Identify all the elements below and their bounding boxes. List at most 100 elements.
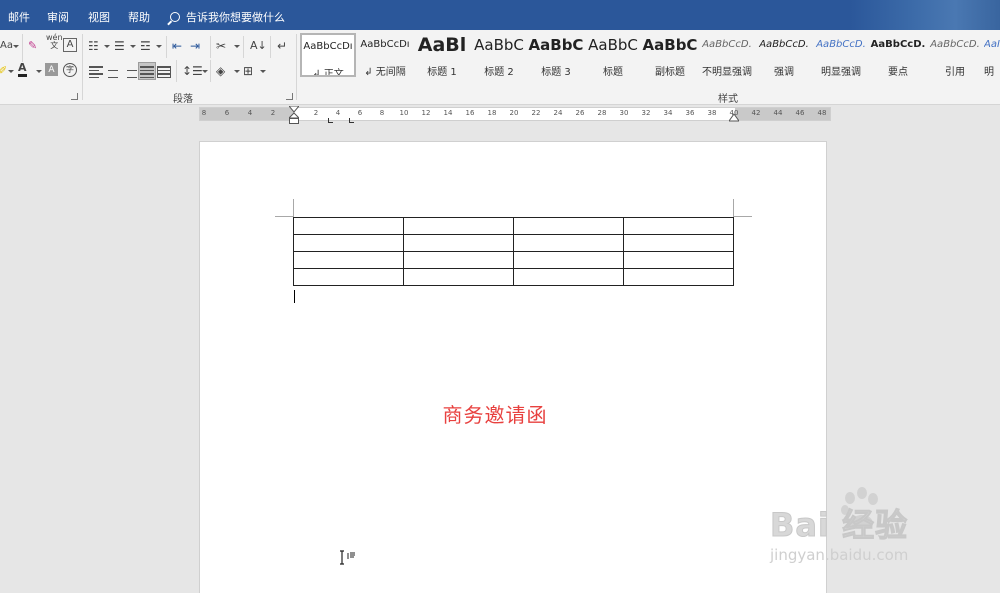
- style-strong[interactable]: AaBbCcD. 要点: [870, 33, 926, 77]
- style-no-spacing[interactable]: AaBbCcDı ↲ 无间隔: [357, 33, 413, 77]
- table-cell[interactable]: [513, 268, 624, 286]
- menu-mail[interactable]: 邮件: [8, 9, 30, 25]
- ruler-tick-label: 4: [247, 109, 253, 117]
- style-quote[interactable]: AaBbCcD. 引用: [927, 33, 983, 77]
- divider: [82, 34, 83, 100]
- show-marks-icon[interactable]: ↵: [277, 38, 287, 54]
- right-indent-marker-icon[interactable]: [729, 114, 739, 122]
- style-heading-2[interactable]: AaBbC 标题 2: [471, 33, 527, 77]
- divider: [210, 60, 211, 82]
- align-left-icon[interactable]: [89, 66, 103, 78]
- ruler-tick-label: 8: [201, 109, 207, 117]
- line-spacing-icon[interactable]: ↕☰: [182, 63, 203, 79]
- ruler-tick-label: 26: [575, 109, 585, 117]
- ruler-tick-label: 16: [465, 109, 475, 117]
- crop-mark: [275, 216, 293, 217]
- style-intense-quote[interactable]: AaI 明: [984, 33, 1000, 77]
- highlight-icon[interactable]: ✐: [0, 63, 7, 79]
- style-normal[interactable]: AaBbCcDı ↲ 正文: [300, 33, 356, 77]
- multilevel-list-icon[interactable]: ☲: [140, 38, 151, 54]
- tell-me-search[interactable]: 告诉我你想要做什么: [170, 9, 285, 25]
- divider: [176, 60, 177, 82]
- search-icon: [170, 12, 180, 22]
- paragraph-group-label: 段落: [173, 94, 193, 105]
- style-subtitle[interactable]: AaBbC 副标题: [642, 33, 698, 77]
- menu-help[interactable]: 帮助: [128, 9, 150, 25]
- style-subtle-emphasis[interactable]: AaBbCcD. 不明显强调: [699, 33, 755, 77]
- text-cursor: [294, 290, 295, 303]
- table-cell[interactable]: [403, 217, 514, 235]
- numbering-icon[interactable]: ☰: [114, 38, 125, 54]
- ruler-tick-label: 10: [399, 109, 409, 117]
- font-color-icon[interactable]: A: [18, 61, 27, 77]
- table-row: [293, 234, 734, 252]
- bullets-icon[interactable]: ☷: [88, 38, 99, 54]
- distributed-icon[interactable]: [157, 66, 171, 78]
- divider: [166, 36, 167, 58]
- decrease-indent-icon[interactable]: ⇤: [172, 38, 182, 54]
- character-shading-icon[interactable]: A: [45, 63, 58, 76]
- ruler-tick-label: 24: [553, 109, 563, 117]
- table-cell[interactable]: [293, 251, 404, 269]
- chevron-down-icon: [8, 70, 14, 73]
- chinese-layout-icon[interactable]: ✂: [216, 38, 226, 54]
- style-intense-emphasis[interactable]: AaBbCcD. 明显强调: [813, 33, 869, 77]
- table-cell[interactable]: [513, 234, 624, 252]
- paragraph-dialog-launcher-icon[interactable]: [286, 93, 293, 100]
- character-border-icon[interactable]: A: [63, 38, 77, 52]
- align-center-icon[interactable]: [106, 66, 120, 78]
- tab-stop-marker[interactable]: [349, 118, 354, 123]
- style-title[interactable]: AaBbC 标题: [585, 33, 641, 77]
- document-page[interactable]: 商务邀请函: [199, 141, 827, 593]
- change-case-button[interactable]: Aa: [0, 38, 13, 54]
- ruler-tick-label: 44: [773, 109, 783, 117]
- style-heading-1[interactable]: AaBl 标题 1: [414, 33, 470, 77]
- ruler-tick-label: 38: [707, 109, 717, 117]
- document-table[interactable]: [293, 217, 734, 286]
- title-bar: 邮件 审阅 视图 帮助 告诉我你想要做什么: [0, 0, 1000, 30]
- divider: [243, 36, 244, 58]
- ruler-tick-label: 14: [443, 109, 453, 117]
- table-cell[interactable]: [623, 217, 734, 235]
- align-right-icon[interactable]: [123, 66, 137, 78]
- ruler-tick-label: 2: [313, 109, 319, 117]
- increase-indent-icon[interactable]: ⇥: [190, 38, 200, 54]
- table-cell[interactable]: [513, 251, 624, 269]
- ruler-tick-label: 46: [795, 109, 805, 117]
- clear-formatting-icon[interactable]: ✎: [28, 38, 37, 54]
- sort-icon[interactable]: A↓: [250, 38, 267, 54]
- table-cell[interactable]: [293, 268, 404, 286]
- table-cell[interactable]: [403, 251, 514, 269]
- horizontal-ruler[interactable]: 8 6 4 2 2 4 6 8 10 12 14 16 18 20 22 24 26 28 30 32 34 36 38 40…: [199, 106, 831, 124]
- ruler-tick-label: 30: [619, 109, 629, 117]
- enclose-characters-icon[interactable]: 字: [63, 63, 77, 77]
- table-row: [293, 217, 734, 235]
- document-title[interactable]: 商务邀请函: [200, 399, 790, 428]
- phonetic-guide-icon[interactable]: wén 文: [46, 34, 63, 50]
- table-cell[interactable]: [403, 268, 514, 286]
- chevron-down-icon: [36, 70, 42, 73]
- justify-icon[interactable]: [140, 66, 154, 78]
- shading-icon[interactable]: ◈: [216, 63, 225, 79]
- table-cell[interactable]: [623, 234, 734, 252]
- chevron-down-icon: [13, 45, 19, 48]
- style-heading-3[interactable]: AaBbC 标题 3: [528, 33, 584, 77]
- table-cell[interactable]: [623, 268, 734, 286]
- watermark-brand: Bai 经验: [769, 506, 909, 545]
- font-dialog-launcher-icon[interactable]: [71, 93, 78, 100]
- menu-review[interactable]: 审阅: [47, 9, 69, 25]
- ruler-tick-label: 22: [531, 109, 541, 117]
- table-cell[interactable]: [293, 234, 404, 252]
- table-cell[interactable]: [293, 217, 404, 235]
- table-cell[interactable]: [513, 217, 624, 235]
- menu-view[interactable]: 视图: [88, 9, 110, 25]
- tab-stop-marker[interactable]: [328, 118, 333, 123]
- table-cell[interactable]: [623, 251, 734, 269]
- indent-marker-icon[interactable]: [289, 106, 299, 124]
- styles-group-label: 样式: [718, 94, 738, 105]
- borders-icon[interactable]: ⊞: [243, 63, 253, 79]
- ruler-tick-label: 18: [487, 109, 497, 117]
- table-cell[interactable]: [403, 234, 514, 252]
- chevron-down-icon: [156, 45, 162, 48]
- style-emphasis[interactable]: AaBbCcD. 强调: [756, 33, 812, 77]
